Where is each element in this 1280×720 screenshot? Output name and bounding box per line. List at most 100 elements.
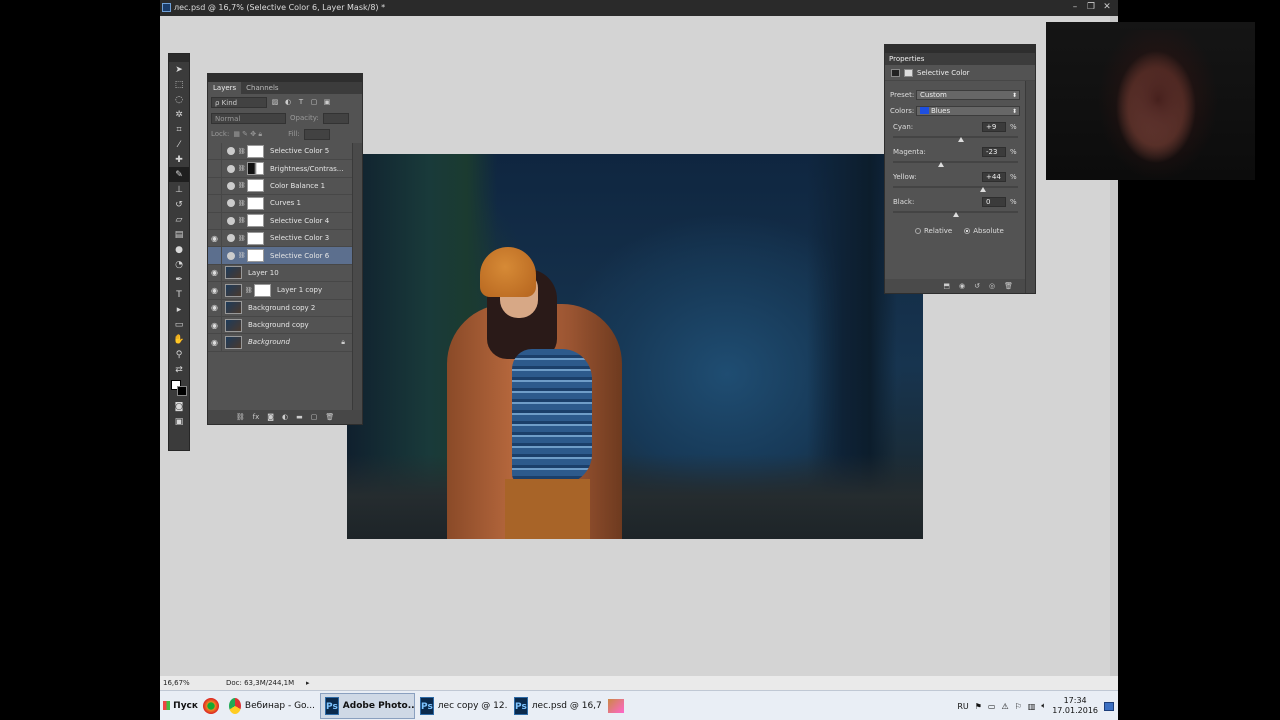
tray-network-icon[interactable]: ▥ xyxy=(1028,702,1036,711)
show-desktop-icon[interactable] xyxy=(1104,701,1114,711)
mask-icon[interactable] xyxy=(904,68,913,77)
layer-mask-thumbnail[interactable] xyxy=(247,196,264,210)
mask-link-icon[interactable]: ⛓ xyxy=(238,165,246,172)
taskbar-item-les-copy[interactable]: Ps лес copy @ 12... xyxy=(415,693,509,719)
eye-icon[interactable]: ◉ xyxy=(208,281,222,299)
properties-scrollbar[interactable] xyxy=(1025,81,1035,293)
adjustment-filter-icon[interactable]: ◐ xyxy=(284,98,292,106)
brush-tool-icon[interactable]: ✎ xyxy=(169,167,189,182)
minimize-button[interactable]: – xyxy=(1068,2,1082,13)
trash-icon[interactable]: 🗑︎ xyxy=(1004,282,1013,290)
mask-link-icon[interactable]: ⛓ xyxy=(238,182,246,189)
reset-icon[interactable]: ↺ xyxy=(974,282,980,290)
type-filter-icon[interactable]: T xyxy=(297,98,305,106)
slider-track[interactable] xyxy=(893,161,1018,163)
layer-thumbnail[interactable] xyxy=(225,318,242,332)
panel-titlebar[interactable] xyxy=(885,45,1035,53)
link-layers-icon[interactable]: ⛓ xyxy=(236,413,245,421)
view-previous-icon[interactable]: ◉ xyxy=(959,282,965,290)
slider-handle[interactable] xyxy=(958,137,965,142)
tray-monitor-icon[interactable]: ▭ xyxy=(988,702,996,711)
relative-radio[interactable]: Relative xyxy=(915,227,952,235)
layer-mask-thumbnail[interactable] xyxy=(254,283,271,297)
slider-value-field[interactable]: 0 xyxy=(982,197,1006,207)
document-image[interactable] xyxy=(347,154,923,539)
mask-link-icon[interactable]: ⛓ xyxy=(238,235,246,242)
slider-track[interactable] xyxy=(893,136,1018,138)
eye-icon[interactable] xyxy=(208,247,222,265)
quick-select-tool-icon[interactable]: ✲ xyxy=(169,107,189,122)
quick-launch-eye-icon[interactable] xyxy=(198,693,224,719)
type-tool-icon[interactable]: T xyxy=(169,287,189,302)
layers-scrollbar[interactable] xyxy=(352,143,362,411)
mask-link-icon[interactable]: ⛓ xyxy=(238,252,246,259)
marquee-tool-icon[interactable]: ⬚ xyxy=(169,77,189,92)
tray-volume-icon[interactable]: 🔈︎ xyxy=(1041,701,1046,711)
layer-thumbnail[interactable] xyxy=(225,301,242,315)
gradient-tool-icon[interactable]: ▤ xyxy=(169,227,189,242)
tray-flag-outline-icon[interactable]: ⚐ xyxy=(1015,702,1022,711)
mask-link-icon[interactable]: ⛓ xyxy=(238,200,246,207)
panel-titlebar[interactable] xyxy=(208,74,362,82)
new-adjustment-icon[interactable]: ◐ xyxy=(282,413,288,421)
taskbar-item-les-psd[interactable]: Ps лес.psd @ 16,7... xyxy=(509,693,603,719)
eye-icon[interactable]: ◉ xyxy=(208,316,222,334)
layer-thumbnail[interactable] xyxy=(225,266,242,280)
layer-row[interactable]: ◉ Layer 10 xyxy=(208,264,353,283)
slider-handle[interactable] xyxy=(952,212,959,217)
preset-select[interactable]: Custom ⬍ xyxy=(916,90,1020,100)
eye-icon[interactable] xyxy=(208,160,222,178)
language-indicator[interactable]: RU xyxy=(957,702,968,711)
zoom-level[interactable]: 16,67% xyxy=(163,676,190,690)
layer-row[interactable]: ⛓ Selective Color 4 xyxy=(208,212,353,230)
blur-tool-icon[interactable]: ● xyxy=(169,242,189,257)
eye-icon[interactable] xyxy=(208,177,222,195)
taskbar-item-photoshop[interactable]: Ps Adobe Photo... xyxy=(320,692,415,719)
eye-icon[interactable] xyxy=(208,142,222,160)
clock[interactable]: 17:34 17.01.2016 xyxy=(1052,696,1098,716)
panel-grip[interactable] xyxy=(169,54,189,62)
layer-row[interactable]: ◉ Background copy xyxy=(208,316,353,335)
eyedropper-tool-icon[interactable]: ⁄ xyxy=(169,137,189,152)
new-group-icon[interactable]: ▬ xyxy=(296,413,303,421)
layer-row[interactable]: ⛓ Selective Color 5 xyxy=(208,142,353,161)
tab-channels[interactable]: Channels xyxy=(241,82,283,94)
colors-select[interactable]: Blues ⬍ xyxy=(916,106,1020,116)
mask-link-icon[interactable]: ⛓ xyxy=(238,148,246,155)
layer-mask-thumbnail[interactable] xyxy=(247,231,264,245)
layer-row[interactable]: ◉ ⛓ Selective Color 3 xyxy=(208,229,353,248)
add-mask-icon[interactable]: ◙ xyxy=(267,413,274,421)
history-brush-tool-icon[interactable]: ↺ xyxy=(169,197,189,212)
fill-field[interactable] xyxy=(303,128,330,140)
tray-flag-icon[interactable]: ⚑ xyxy=(975,702,982,711)
swap-colors-icon[interactable]: ⇄ xyxy=(169,362,189,377)
clone-stamp-tool-icon[interactable]: ⊥ xyxy=(169,182,189,197)
layer-row[interactable]: ⛓ Brightness/Contras... xyxy=(208,160,353,178)
background-color-swatch[interactable] xyxy=(177,386,187,396)
layer-row[interactable]: ◉ ⛓ Layer 1 copy xyxy=(208,281,353,300)
layer-mask-thumbnail[interactable] xyxy=(247,162,264,176)
start-button[interactable]: Пуск xyxy=(160,693,198,719)
lasso-tool-icon[interactable]: ◌ xyxy=(169,92,189,107)
pixel-filter-icon[interactable]: ▨ xyxy=(271,98,279,106)
shape-tool-icon[interactable]: ▭ xyxy=(169,317,189,332)
status-menu-arrow-icon[interactable]: ▸ xyxy=(306,676,310,690)
slider-track[interactable] xyxy=(893,186,1018,188)
trash-icon[interactable]: 🗑︎ xyxy=(325,413,334,421)
slider-value-field[interactable]: -23 xyxy=(982,147,1006,157)
quick-mask-icon[interactable]: ◙ xyxy=(169,399,189,414)
dodge-tool-icon[interactable]: ◔ xyxy=(169,257,189,272)
filter-kind-select[interactable]: ρ Kind xyxy=(211,96,267,108)
layer-mask-thumbnail[interactable] xyxy=(247,144,264,158)
lock-icons[interactable]: ▦ ✎ ✥ 🔒︎ xyxy=(233,130,262,139)
slider-value-field[interactable]: +9 xyxy=(982,122,1006,132)
tab-properties[interactable]: Properties xyxy=(885,53,1035,65)
taskbar-item-chrome[interactable]: Вебинар - Go... xyxy=(224,693,320,719)
opacity-field[interactable] xyxy=(322,112,349,124)
layer-mask-thumbnail[interactable] xyxy=(247,179,264,193)
crop-tool-icon[interactable]: ⌗ xyxy=(169,122,189,137)
pen-tool-icon[interactable]: ✒ xyxy=(169,272,189,287)
eye-icon[interactable] xyxy=(208,194,222,212)
clip-to-layer-icon[interactable]: ⬒ xyxy=(943,282,950,290)
layer-row[interactable]: ◉ Background 🔒︎ xyxy=(208,334,353,352)
